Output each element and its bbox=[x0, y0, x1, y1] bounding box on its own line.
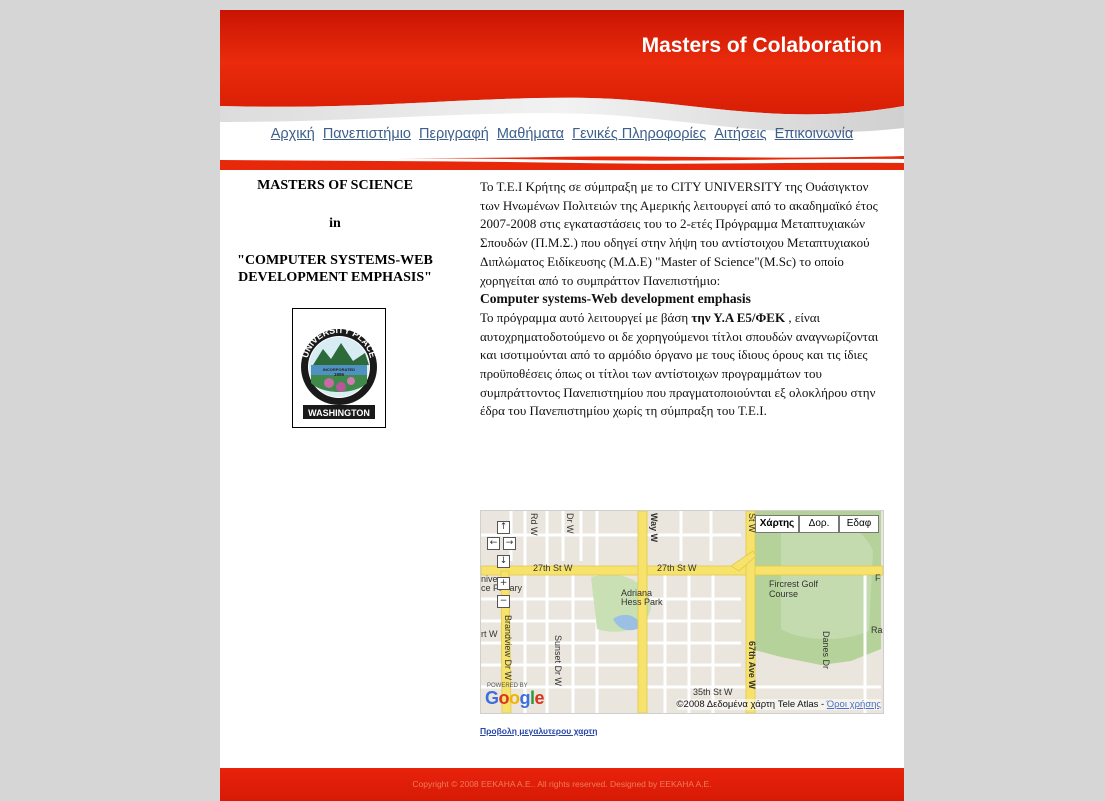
program-heading: MASTERS OF SCIENCE bbox=[257, 178, 413, 193]
pan-left-icon[interactable]: ← bbox=[487, 537, 500, 550]
pan-right-icon[interactable]: → bbox=[503, 537, 516, 550]
zoom-out-icon[interactable]: − bbox=[497, 595, 510, 608]
map-label-way: Way W bbox=[649, 513, 659, 543]
nav-link-description[interactable]: Περιγραφή bbox=[419, 126, 489, 142]
nav-link-home[interactable]: Αρχική bbox=[271, 126, 315, 142]
map-label-35th: 35th St W bbox=[693, 687, 733, 697]
zoom-in-icon[interactable]: + bbox=[497, 577, 510, 590]
map-label-27th-a: 27th St W bbox=[533, 563, 573, 573]
program-details-paragraph: Το πρόγραμμα αυτό λειτουργεί με βάση την… bbox=[480, 309, 890, 421]
main-nav: Αρχική Πανεπιστήμιο Περιγραφή Μαθήματα Γ… bbox=[220, 126, 904, 142]
map-attribution: ©2008 Δεδομένα χάρτη Tele Atlas - Όροι χ… bbox=[676, 699, 881, 710]
nav-link-applications[interactable]: Αιτήσεις bbox=[714, 126, 766, 142]
location-map[interactable]: 27th St W 27th St W Way W St W Rd W Dr W… bbox=[480, 510, 884, 714]
view-larger-map-link[interactable]: Προβολη μεγαλυτερου χαρτη bbox=[480, 726, 597, 736]
header-banner: Masters of Colaboration Αρχική Πανεπιστή… bbox=[220, 10, 904, 170]
nav-link-contact[interactable]: Επικοινωνία bbox=[775, 126, 854, 142]
details-text-start: Το πρόγραμμα αυτό λειτουργεί με βάση bbox=[480, 309, 692, 325]
map-label-golf: Fircrest Golf Course bbox=[769, 579, 819, 599]
map-label-rt-w: rt W bbox=[481, 629, 498, 639]
map-label-67th: 67th Ave W bbox=[747, 641, 757, 689]
site-title: Masters of Colaboration bbox=[641, 34, 882, 57]
footer-copyright: Copyright © 2008 EEKAHA A.E.. All rights… bbox=[412, 779, 712, 789]
university-seal-icon: UNIVERSITY PLACE INCORPORATED 1995 WASHI… bbox=[300, 325, 378, 419]
map-label-brandview: Brandview Dr W bbox=[503, 615, 513, 681]
nav-link-university[interactable]: Πανεπιστήμιο bbox=[323, 126, 411, 142]
map-label-27th-b: 27th St W bbox=[657, 563, 697, 573]
map-terms-link[interactable]: Όροι χρήσης bbox=[827, 699, 881, 710]
map-label-ra: Ra bbox=[871, 625, 883, 635]
details-text-end: , είναι αυτοχρηματοδοτούμενο οι δε χορηγ… bbox=[480, 309, 879, 419]
map-label-sunset: Sunset Dr W bbox=[553, 635, 563, 687]
map-type-satellite-button[interactable]: Δορ. bbox=[799, 515, 839, 533]
map-tiles bbox=[481, 511, 883, 713]
seal-year-text: 1995 bbox=[334, 372, 345, 377]
program-heading-in: in bbox=[329, 216, 341, 231]
footer: Copyright © 2008 EEKAHA A.E.. All rights… bbox=[220, 768, 904, 801]
program-title: Computer systems-Web development emphasi… bbox=[480, 291, 751, 307]
map-type-map-button[interactable]: Χάρτης bbox=[755, 515, 799, 533]
pan-up-icon[interactable]: ↑ bbox=[497, 521, 510, 534]
google-logo[interactable]: Google bbox=[485, 688, 545, 709]
map-label-danes: Danes Dr bbox=[821, 631, 831, 670]
main-content: Το Τ.Ε.Ι Κρήτης σε σύμπραξη με το CITY U… bbox=[480, 178, 890, 421]
map-label-f: F bbox=[875, 573, 881, 583]
seal-bottom-text: WASHINGTON bbox=[308, 408, 370, 418]
nav-link-general-info[interactable]: Γενικές Πληροφορίες bbox=[572, 126, 706, 142]
intro-paragraph: Το Τ.Ε.Ι Κρήτης σε σύμπραξη με το CITY U… bbox=[480, 179, 878, 288]
nav-link-courses[interactable]: Μαθήματα bbox=[497, 126, 564, 142]
map-label-rd-w: Rd W bbox=[529, 513, 539, 536]
university-place-logo: UNIVERSITY PLACE INCORPORATED 1995 WASHI… bbox=[292, 308, 386, 428]
pan-down-icon[interactable]: ↓ bbox=[497, 555, 510, 568]
map-type-terrain-button[interactable]: Εδαφ bbox=[839, 515, 879, 533]
map-label-dr-w: Dr W bbox=[565, 513, 575, 534]
map-copyright-text: ©2008 Δεδομένα χάρτη Tele Atlas - bbox=[676, 699, 827, 710]
details-law-reference: την Υ.Α Ε5/ΦΕΚ bbox=[691, 309, 786, 325]
map-label-park: Adriana Hess Park bbox=[621, 588, 663, 607]
page-container: Masters of Colaboration Αρχική Πανεπιστή… bbox=[220, 10, 904, 801]
program-specialization: "COMPUTER SYSTEMS-WEB DEVELOPMENT EMPHAS… bbox=[237, 253, 433, 285]
